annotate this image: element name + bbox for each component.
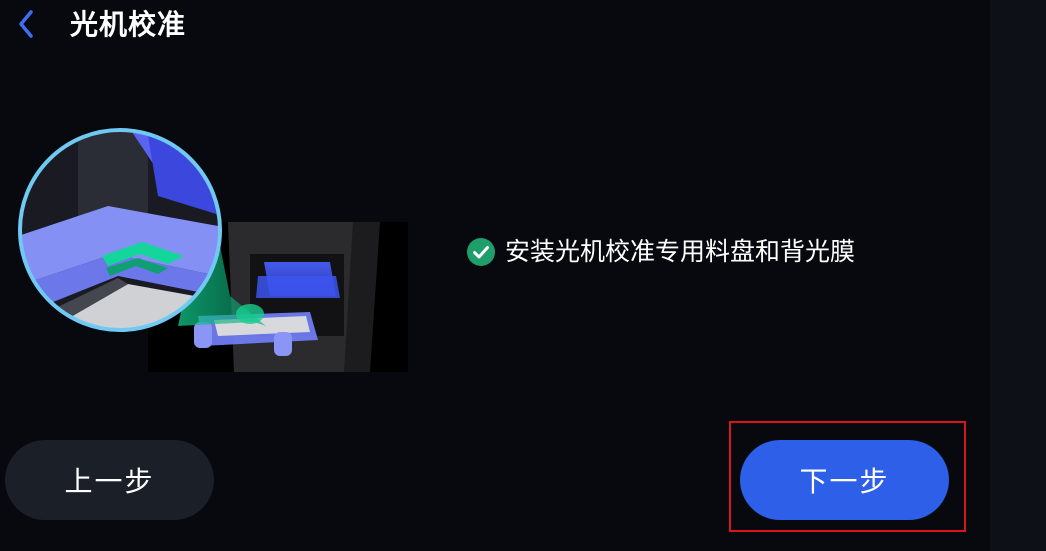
next-step-button[interactable]: 下一步 (740, 440, 949, 520)
tray-install-illustration (18, 128, 408, 372)
page-title: 光机校准 (70, 8, 187, 41)
chevron-left-icon (19, 10, 33, 38)
back-button[interactable] (8, 6, 44, 42)
step-instruction: 安装光机校准专用料盘和背光膜 (505, 237, 856, 266)
check-circle-icon (467, 238, 495, 266)
step-item: 安装光机校准专用料盘和背光膜 (466, 234, 855, 270)
calibration-screen: 光机校准 安装光机校准专用料盘和背光膜 上一步 下一步 (0, 0, 990, 551)
prev-step-button[interactable]: 上一步 (5, 440, 214, 520)
side-strip (990, 0, 1046, 551)
